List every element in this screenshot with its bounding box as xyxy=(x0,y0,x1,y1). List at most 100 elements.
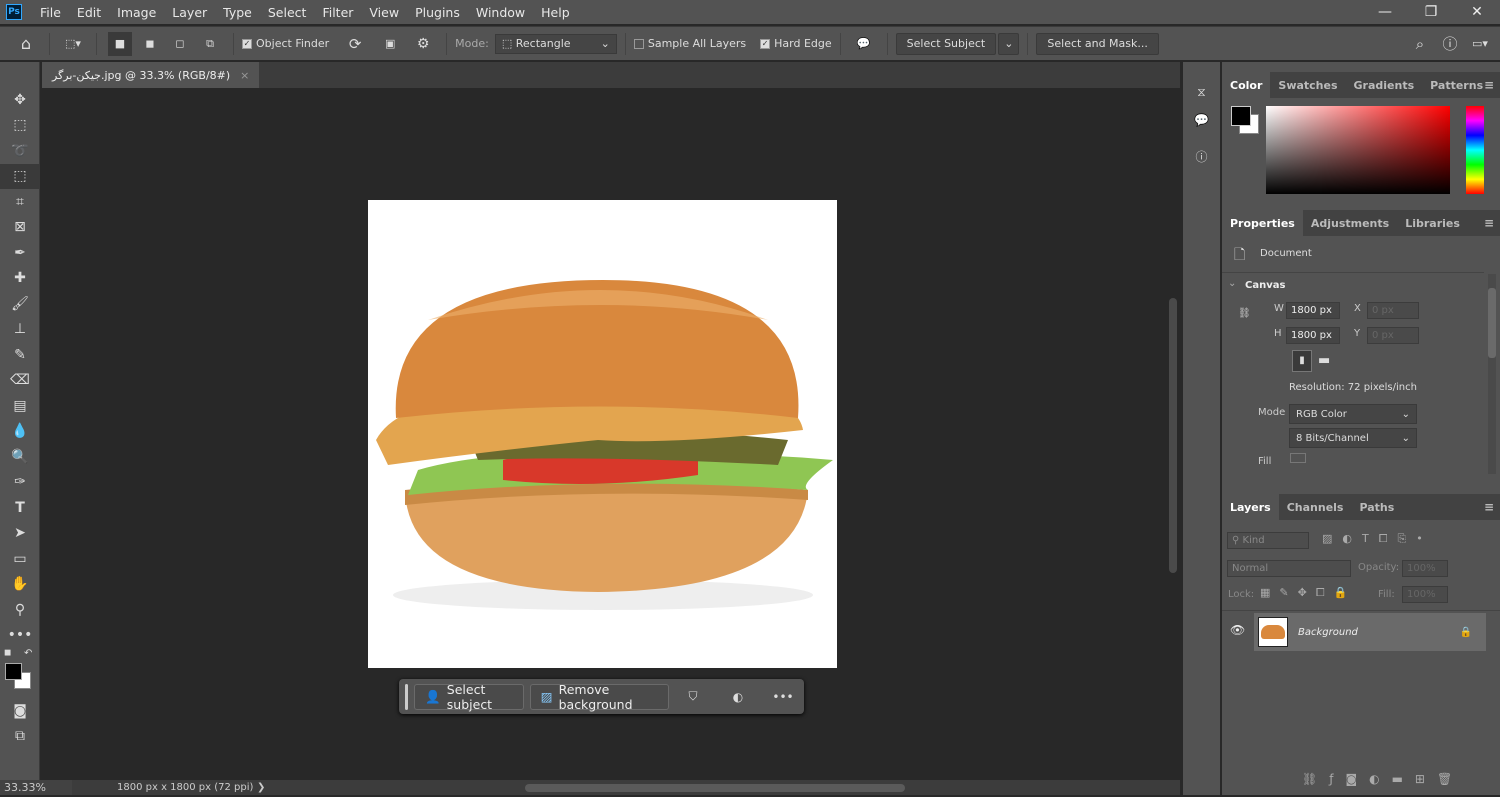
zoom-tool-icon[interactable]: ⚲ xyxy=(0,597,40,623)
brush-tool-icon[interactable]: 🖌 xyxy=(0,291,40,317)
rectangle-tool-icon[interactable]: ▭ xyxy=(0,546,40,572)
document-tab[interactable]: جیکن-برگر.jpg @ 33.3% (RGB/8#) × xyxy=(42,62,260,88)
tab-paths[interactable]: Paths xyxy=(1351,494,1402,520)
healing-brush-tool-icon[interactable]: ✚ xyxy=(0,266,40,292)
opacity-input[interactable]: 100% xyxy=(1402,560,1448,577)
add-selection-icon[interactable]: ◼ xyxy=(138,32,162,56)
vertical-scrollbar-thumb[interactable] xyxy=(1169,298,1177,573)
tab-channels[interactable]: Channels xyxy=(1279,494,1352,520)
lasso-tool-icon[interactable]: ➰ xyxy=(0,138,40,164)
fill-input[interactable]: 100% xyxy=(1402,586,1448,603)
menu-select[interactable]: Select xyxy=(260,5,315,20)
menu-help[interactable]: Help xyxy=(533,5,578,20)
clone-stamp-tool-icon[interactable]: ⊥ xyxy=(0,317,40,343)
document-canvas[interactable] xyxy=(368,200,837,668)
layer-name[interactable]: Background xyxy=(1298,627,1358,638)
fill-swatch[interactable] xyxy=(1290,453,1306,463)
hand-tool-icon[interactable]: ✋ xyxy=(0,572,40,598)
dodge-tool-icon[interactable]: 🔍 xyxy=(0,444,40,470)
landscape-orientation-icon[interactable]: ▬ xyxy=(1318,353,1330,368)
color-swatches[interactable]: ◼ ↶ xyxy=(0,648,39,698)
hard-edge-checkbox[interactable]: ✓ xyxy=(760,38,771,49)
menu-window[interactable]: Window xyxy=(468,5,533,20)
move-tool-icon[interactable]: ✥ xyxy=(0,87,40,113)
tab-layers[interactable]: Layers xyxy=(1222,494,1279,520)
menu-image[interactable]: Image xyxy=(109,5,164,20)
mask-icon[interactable]: ⛉ xyxy=(681,685,705,709)
bit-depth-select[interactable]: 8 Bits/Channel ⌄ xyxy=(1289,428,1417,448)
marquee-tool-icon[interactable]: ⬚ xyxy=(0,113,40,139)
panel-menu-icon[interactable]: ≡ xyxy=(1484,216,1494,230)
select-subject-dropdown[interactable]: ⌄ xyxy=(998,32,1020,55)
gear-icon[interactable]: ⚙ xyxy=(411,32,435,56)
tab-patterns[interactable]: Patterns xyxy=(1422,72,1491,98)
workspace-icon[interactable]: ▭▾ xyxy=(1468,32,1492,56)
foreground-color-swatch[interactable] xyxy=(1231,106,1251,126)
layer-action-icons[interactable]: ⛓ƒ◙◐▬⊞🗑 xyxy=(1302,772,1464,786)
horizontal-scrollbar[interactable] xyxy=(275,780,1166,795)
portrait-orientation-icon[interactable]: ▮ xyxy=(1292,350,1312,372)
menu-plugins[interactable]: Plugins xyxy=(407,5,468,20)
eraser-tool-icon[interactable]: ⌫ xyxy=(0,368,40,394)
menu-type[interactable]: Type xyxy=(215,5,260,20)
blend-mode-select[interactable]: Normal xyxy=(1227,560,1351,577)
menu-file[interactable]: File xyxy=(32,5,69,20)
quick-mask-icon[interactable]: ◙ xyxy=(0,698,40,724)
lock-icons[interactable]: ▦✎✥⧠🔒 xyxy=(1260,586,1356,600)
hue-slider[interactable] xyxy=(1466,106,1484,194)
visibility-eye-icon[interactable]: 👁 xyxy=(1230,623,1245,637)
collapse-chevron-icon[interactable]: ⌄ xyxy=(1228,278,1236,289)
menu-edit[interactable]: Edit xyxy=(69,5,109,20)
y-input[interactable]: 0 px xyxy=(1367,327,1419,344)
gradient-tool-icon[interactable]: ▤ xyxy=(0,393,40,419)
object-selection-tool-icon[interactable]: ⬚ xyxy=(0,163,40,189)
select-and-mask-button[interactable]: Select and Mask... xyxy=(1036,32,1159,55)
select-subject-context-button[interactable]: 👤 Select subject xyxy=(414,682,524,712)
horizontal-scrollbar-thumb[interactable] xyxy=(525,784,906,792)
link-icon[interactable]: ⛓ xyxy=(1238,308,1251,319)
foreground-color-swatch[interactable] xyxy=(5,663,22,680)
default-colors-icon[interactable]: ◼ xyxy=(4,648,11,658)
remove-background-button[interactable]: ▨ Remove background xyxy=(529,682,669,712)
show-objects-icon[interactable]: ▣ xyxy=(378,32,402,56)
height-input[interactable]: 1800 px xyxy=(1286,327,1340,344)
minimize-button[interactable]: — xyxy=(1362,0,1408,24)
layer-row[interactable]: Background 🔒 xyxy=(1254,613,1486,651)
width-input[interactable]: 1800 px xyxy=(1286,302,1340,319)
tab-swatches[interactable]: Swatches xyxy=(1270,72,1345,98)
tab-color[interactable]: Color xyxy=(1222,72,1271,98)
crop-tool-icon[interactable]: ⌗ xyxy=(0,189,40,215)
type-tool-icon[interactable]: T xyxy=(0,495,40,521)
home-icon[interactable]: ⌂ xyxy=(14,32,38,56)
tab-adjustments[interactable]: Adjustments xyxy=(1303,210,1397,236)
menu-view[interactable]: View xyxy=(361,5,407,20)
close-button[interactable]: ✕ xyxy=(1454,0,1500,24)
mode-select[interactable]: ⬚ Rectangle ⌄ xyxy=(494,33,617,54)
frame-tool-icon[interactable]: ⊠ xyxy=(0,215,40,241)
refresh-icon[interactable]: ⟳ xyxy=(343,32,367,56)
panel-menu-icon[interactable]: ≡ xyxy=(1484,500,1494,514)
object-finder-checkbox[interactable]: ✓ xyxy=(242,38,252,49)
drag-handle[interactable] xyxy=(405,683,409,710)
help-icon[interactable]: ⓘ xyxy=(1438,32,1462,56)
more-options-icon[interactable]: ••• xyxy=(771,685,795,709)
sample-all-layers-checkbox[interactable] xyxy=(633,38,644,49)
restore-button[interactable]: ❐ xyxy=(1408,0,1454,24)
close-tab-icon[interactable]: × xyxy=(240,69,249,82)
info-icon[interactable]: ⓘ xyxy=(1189,144,1214,168)
properties-scrollbar[interactable] xyxy=(1488,274,1496,474)
feedback-icon[interactable]: 💬 xyxy=(852,32,876,56)
tab-libraries[interactable]: Libraries xyxy=(1397,210,1468,236)
screen-mode-icon[interactable]: ⧉ xyxy=(0,724,40,750)
select-subject-button[interactable]: Select Subject xyxy=(895,32,997,55)
adjustment-icon[interactable]: ◐ xyxy=(726,685,750,709)
tab-gradients[interactable]: Gradients xyxy=(1346,72,1423,98)
color-field[interactable] xyxy=(1266,106,1450,194)
status-menu-arrow[interactable]: ❯ xyxy=(257,782,265,793)
menu-filter[interactable]: Filter xyxy=(314,5,361,20)
swap-colors-icon[interactable]: ↶ xyxy=(24,648,32,659)
kind-filter[interactable]: ⚲ Kind xyxy=(1227,532,1309,549)
subtract-selection-icon[interactable]: ◻ xyxy=(168,32,192,56)
eyedropper-tool-icon[interactable]: ✒ xyxy=(0,240,40,266)
comments-icon[interactable]: 💬 xyxy=(1189,108,1214,132)
